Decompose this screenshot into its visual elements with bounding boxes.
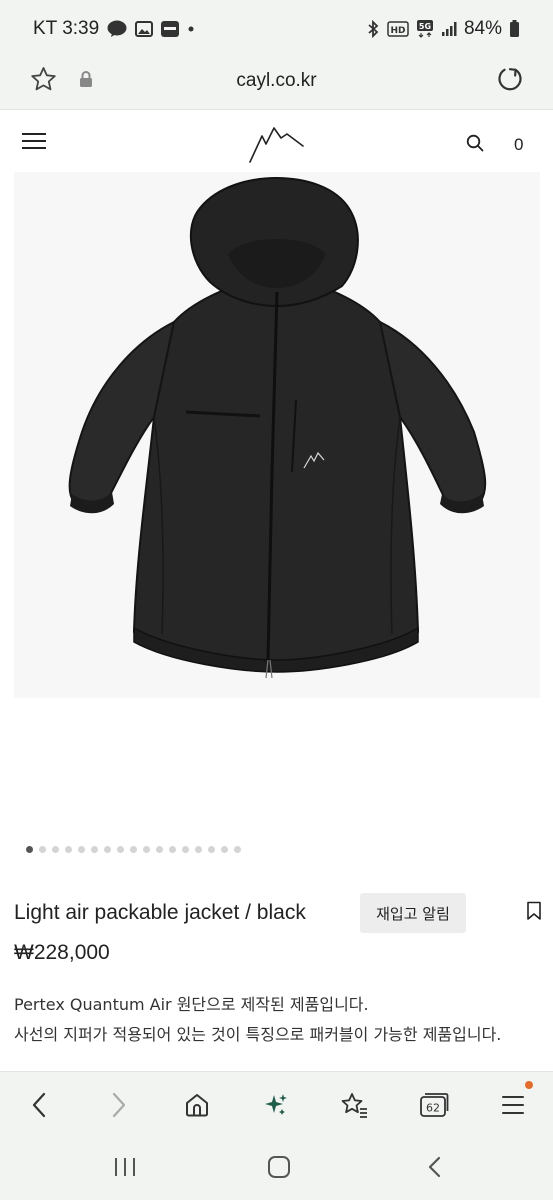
home-button-icon[interactable] (266, 1155, 292, 1184)
product-image[interactable] (14, 172, 540, 698)
bookmarks-icon[interactable] (337, 1088, 371, 1122)
back-icon[interactable] (424, 1155, 444, 1184)
bluetooth-icon (366, 20, 380, 38)
product-description-line-2: 사선의 지퍼가 적용되어 있는 것이 특징으로 패커블이 가능한 제품입니다. (14, 1025, 502, 1044)
svg-text:HD: HD (390, 26, 405, 36)
slide-dot[interactable] (156, 846, 163, 853)
gallery-icon (135, 21, 154, 37)
product-price: ₩228,000 (14, 941, 110, 964)
more-notifications-dot (187, 25, 195, 33)
recent-apps-icon[interactable] (112, 1155, 138, 1184)
reload-icon[interactable] (496, 65, 524, 98)
slide-dot[interactable] (143, 846, 150, 853)
lock-icon[interactable] (79, 70, 93, 93)
restock-alert-button[interactable]: 재입고 알림 (360, 893, 466, 933)
status-right: HD 5G 84% (366, 18, 520, 40)
sparkle-icon[interactable] (259, 1088, 293, 1122)
menu-icon[interactable] (496, 1081, 533, 1122)
slide-dot[interactable] (104, 846, 111, 853)
slide-dot[interactable] (182, 846, 189, 853)
signal-icon (441, 21, 457, 37)
star-icon[interactable] (30, 66, 57, 97)
browser-address-bar: cayl.co.kr (0, 58, 553, 110)
slide-dot[interactable] (78, 846, 85, 853)
5g-icon: 5G (416, 20, 434, 38)
back-icon[interactable] (22, 1088, 56, 1122)
battery-level: 84% (463, 18, 502, 39)
slide-dot[interactable] (52, 846, 59, 853)
mountain-logo[interactable] (247, 124, 305, 169)
slide-dot[interactable] (234, 846, 241, 853)
tabs-icon[interactable]: 62 (417, 1088, 451, 1122)
slide-dot[interactable] (221, 846, 228, 853)
home-icon[interactable] (180, 1088, 214, 1122)
app-icon (161, 21, 180, 37)
slide-dot[interactable] (117, 846, 124, 853)
slide-dot[interactable] (169, 846, 176, 853)
browser-bottom-nav: 62 (0, 1071, 553, 1135)
battery-icon (509, 20, 520, 38)
status-left: KT 3:39 (33, 18, 195, 40)
image-slide-indicators (26, 846, 241, 853)
status-bar: KT 3:39 HD 5G 84% (0, 0, 553, 58)
product-description-line-1: Pertex Quantum Air 원단으로 제작된 제품입니다. (14, 995, 369, 1014)
product-title: Light air packable jacket / black (14, 901, 306, 924)
hamburger-menu-icon[interactable] (22, 133, 46, 151)
slide-dot[interactable] (91, 846, 98, 853)
search-icon[interactable] (466, 134, 484, 157)
slide-dot[interactable] (39, 846, 46, 853)
svg-text:5G: 5G (419, 22, 431, 31)
slide-dot[interactable] (208, 846, 215, 853)
slide-dot[interactable] (130, 846, 137, 853)
notification-dot (525, 1081, 533, 1089)
slide-dot[interactable] (195, 846, 202, 853)
slide-dot[interactable] (65, 846, 72, 853)
forward-icon[interactable] (102, 1088, 136, 1122)
slide-dot[interactable] (26, 846, 33, 853)
talk-icon (107, 20, 127, 38)
bookmark-icon[interactable] (526, 901, 542, 926)
site-header: 0 (0, 110, 553, 172)
hd-icon: HD (387, 21, 409, 37)
android-navigation-bar (0, 1135, 553, 1200)
jacket-illustration (68, 176, 487, 679)
tab-count: 62 (426, 1102, 440, 1115)
cart-count[interactable]: 0 (514, 135, 523, 155)
carrier-time: KT 3:39 (33, 18, 100, 39)
